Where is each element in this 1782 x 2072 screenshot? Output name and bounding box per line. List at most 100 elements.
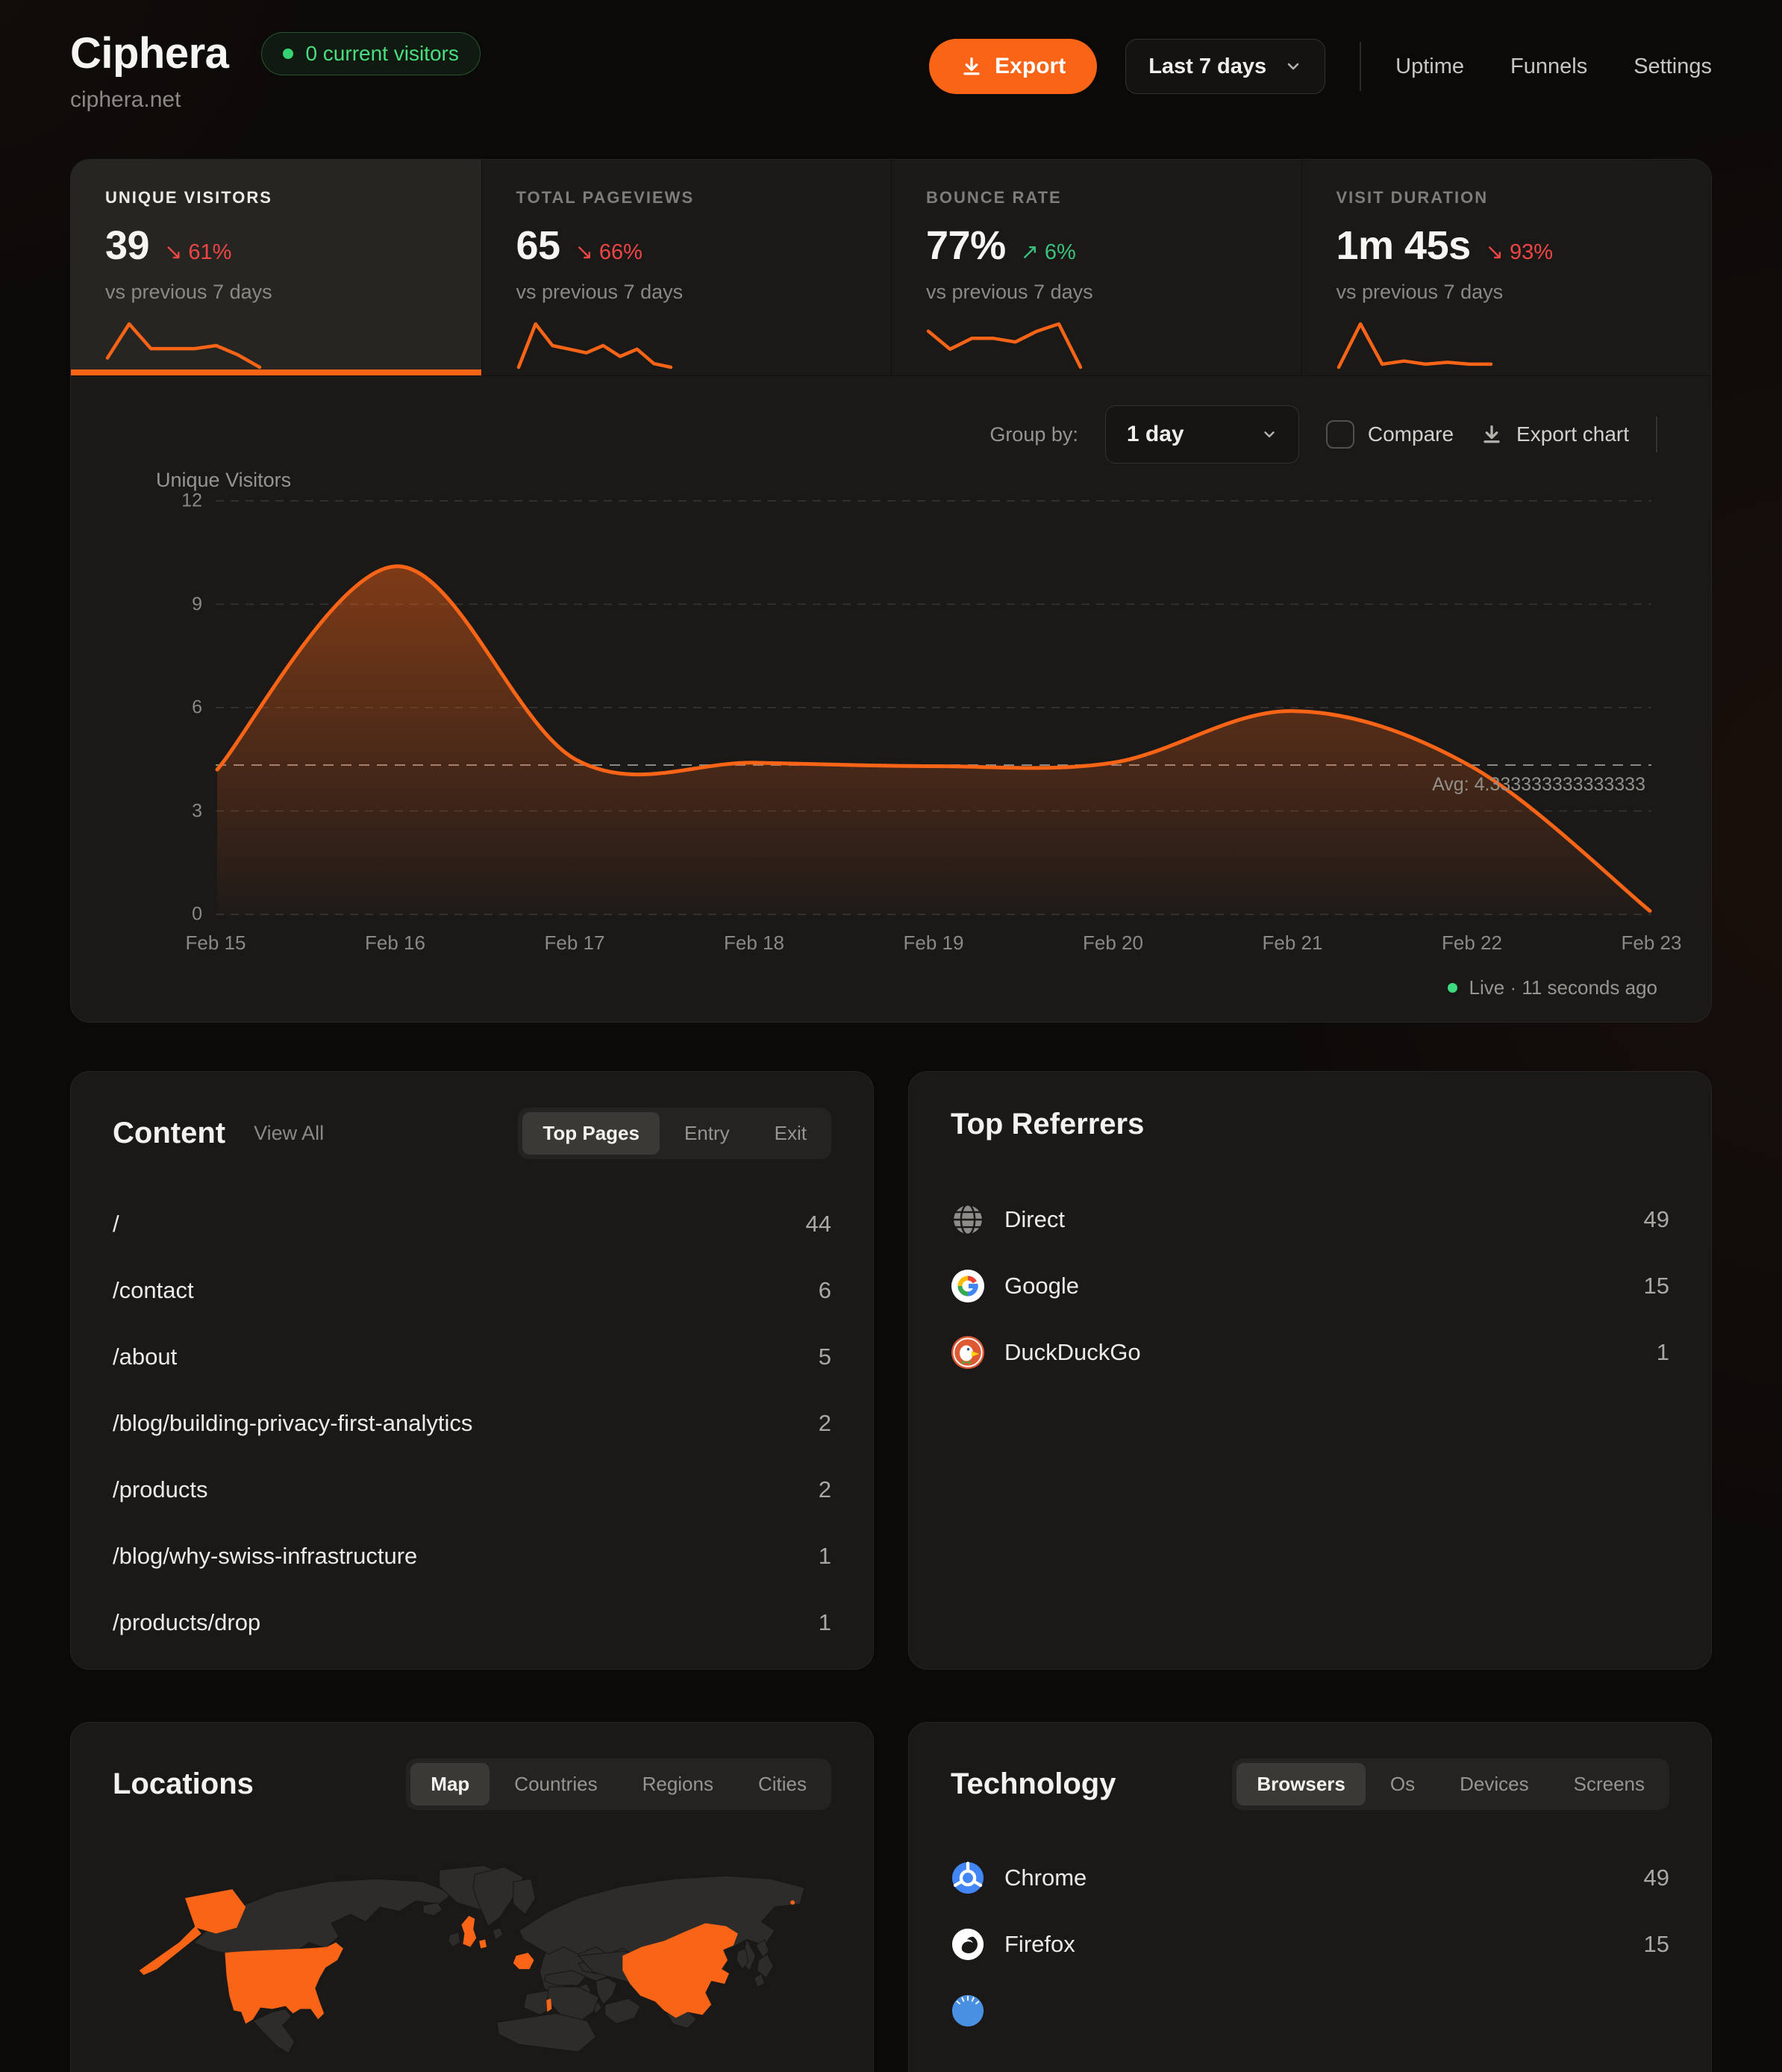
referrer-row[interactable]: DuckDuckGo 1 — [951, 1319, 1669, 1385]
content-title: Content — [113, 1117, 225, 1150]
x-tick-label: Feb 20 — [1083, 932, 1143, 955]
main-chart: Unique Visitors 036912 Avg: 4.3333333333… — [125, 473, 1657, 966]
nav-item-funnels[interactable]: Funnels — [1510, 54, 1587, 79]
live-dot-icon — [1448, 983, 1457, 993]
table-row[interactable]: /products/drop1 — [113, 1589, 831, 1656]
tab-cities[interactable]: Cities — [738, 1763, 827, 1806]
x-tick-label: Feb 21 — [1263, 932, 1323, 955]
compare-checkbox[interactable] — [1326, 420, 1354, 449]
analytics-card: UNIQUE VISITORS 39 ↘61% vs previous 7 da… — [70, 159, 1712, 1023]
stat-tile-bounce-rate[interactable]: BOUNCE RATE 77% ↗6% vs previous 7 days — [891, 160, 1301, 375]
tab-regions[interactable]: Regions — [622, 1763, 734, 1806]
x-tick-label: Feb 15 — [186, 932, 246, 955]
stat-delta: ↘61% — [164, 239, 231, 265]
y-tick-label: 12 — [181, 490, 202, 512]
tab-os[interactable]: Os — [1370, 1763, 1435, 1806]
stat-tile-visit-duration[interactable]: VISIT DURATION 1m 45s ↘93% vs previous 7… — [1301, 160, 1712, 375]
download-icon — [960, 55, 983, 78]
tab-devices[interactable]: Devices — [1439, 1763, 1548, 1806]
nav-item-settings[interactable]: Settings — [1634, 54, 1712, 79]
tab-entry[interactable]: Entry — [664, 1112, 750, 1155]
header-divider — [1360, 42, 1361, 91]
browser-row-partial[interactable] — [951, 1977, 1669, 2044]
nav-item-uptime[interactable]: Uptime — [1395, 54, 1464, 79]
header-actions: Export Last 7 days Uptime Funnels Settin… — [929, 39, 1712, 94]
browser-row[interactable]: Chrome 49 — [951, 1844, 1669, 1911]
map-region-india — [605, 1999, 641, 2024]
stat-delta: ↗6% — [1021, 239, 1076, 265]
view-all-link[interactable]: View All — [254, 1122, 324, 1145]
stat-value: 1m 45s — [1336, 222, 1471, 269]
duckduckgo-icon — [951, 1335, 985, 1370]
locations-title: Locations — [113, 1767, 254, 1801]
google-icon — [951, 1269, 985, 1303]
live-status-text: Live · 11 seconds ago — [1469, 976, 1657, 999]
y-tick-label: 3 — [192, 800, 202, 822]
group-by-dropdown[interactable]: 1 day — [1105, 405, 1299, 464]
stat-value: 77% — [926, 222, 1006, 269]
chevron-down-icon — [1261, 426, 1278, 443]
live-dot-icon — [283, 49, 293, 59]
referrers-title: Top Referrers — [951, 1108, 1144, 1141]
stat-compare-label: vs previous 7 days — [926, 281, 1267, 304]
table-row[interactable]: /about5 — [113, 1323, 831, 1390]
map-region-united-kingdom — [461, 1916, 476, 1947]
locations-card: Locations Map Countries Regions Cities — [70, 1722, 874, 2072]
sparkline-chart — [516, 319, 673, 371]
x-tick-label: Feb 16 — [365, 932, 425, 955]
world-map[interactable] — [105, 1858, 874, 2072]
sparkline-chart — [926, 319, 1083, 371]
stat-compare-label: vs previous 7 days — [1336, 281, 1678, 304]
stat-label: UNIQUE VISITORS — [105, 188, 447, 207]
export-chart-button[interactable]: Export chart — [1481, 422, 1629, 446]
map-region-denmark — [493, 1928, 503, 1940]
chart-controls: Group by: 1 day Compare Export chart — [125, 403, 1657, 466]
stat-compare-label: vs previous 7 days — [105, 281, 447, 304]
chart-series-label: Unique Visitors — [156, 469, 291, 492]
tab-top-pages[interactable]: Top Pages — [522, 1112, 660, 1155]
stat-tile-total-pageviews[interactable]: TOTAL PAGEVIEWS 65 ↘66% vs previous 7 da… — [481, 160, 892, 375]
group-by-value: 1 day — [1127, 422, 1184, 447]
chrome-icon — [951, 1861, 985, 1895]
firefox-icon — [951, 1927, 985, 1962]
table-row[interactable]: /blog/why-swiss-infrastructure1 — [113, 1523, 831, 1589]
x-tick-label: Feb 17 — [545, 932, 605, 955]
technology-title: Technology — [951, 1767, 1116, 1801]
technology-tabs: Browsers Os Devices Screens — [1232, 1759, 1669, 1810]
map-region-finland — [513, 1879, 536, 1915]
referrer-rows: Direct 49 Google 1 — [951, 1186, 1669, 1385]
line-chart-plot[interactable] — [216, 499, 1651, 917]
sparkline-chart — [105, 319, 262, 371]
x-tick-label: Feb 23 — [1622, 932, 1682, 955]
controls-divider — [1656, 416, 1657, 452]
table-row[interactable]: /products2 — [113, 1456, 831, 1523]
tab-countries[interactable]: Countries — [494, 1763, 617, 1806]
tab-screens[interactable]: Screens — [1554, 1763, 1665, 1806]
map-region-japan — [754, 1939, 774, 1986]
referrer-row[interactable]: Google 15 — [951, 1252, 1669, 1319]
table-row[interactable]: /contact6 — [113, 1257, 831, 1323]
x-tick-label: Feb 22 — [1442, 932, 1502, 955]
export-button[interactable]: Export — [929, 39, 1097, 94]
x-tick-label: Feb 19 — [904, 932, 964, 955]
browser-row[interactable]: Firefox 15 — [951, 1911, 1669, 1977]
referrer-row[interactable]: Direct 49 — [951, 1186, 1669, 1252]
table-row[interactable]: /blog/building-privacy-first-analytics2 — [113, 1390, 831, 1456]
stat-tile-unique-visitors[interactable]: UNIQUE VISITORS 39 ↘61% vs previous 7 da… — [71, 160, 481, 375]
tab-exit[interactable]: Exit — [754, 1112, 827, 1155]
stat-value: 39 — [105, 222, 149, 269]
table-row[interactable]: /44 — [113, 1191, 831, 1257]
tab-map[interactable]: Map — [410, 1763, 490, 1806]
compare-toggle[interactable]: Compare — [1326, 420, 1454, 449]
export-label: Export — [995, 54, 1066, 79]
middle-row: Content View All Top Pages Entry Exit /4… — [70, 1071, 1712, 1670]
live-status-row: Live · 11 seconds ago — [125, 976, 1657, 999]
current-visitors-badge[interactable]: 0 current visitors — [261, 32, 480, 75]
y-tick-label: 0 — [192, 904, 202, 926]
stat-label: VISIT DURATION — [1336, 188, 1678, 207]
tab-browsers[interactable]: Browsers — [1237, 1763, 1366, 1806]
stat-compare-label: vs previous 7 days — [516, 281, 857, 304]
download-icon — [1481, 423, 1503, 446]
date-range-dropdown[interactable]: Last 7 days — [1125, 39, 1325, 94]
dashboard-page: Ciphera 0 current visitors ciphera.net E… — [0, 0, 1782, 2072]
